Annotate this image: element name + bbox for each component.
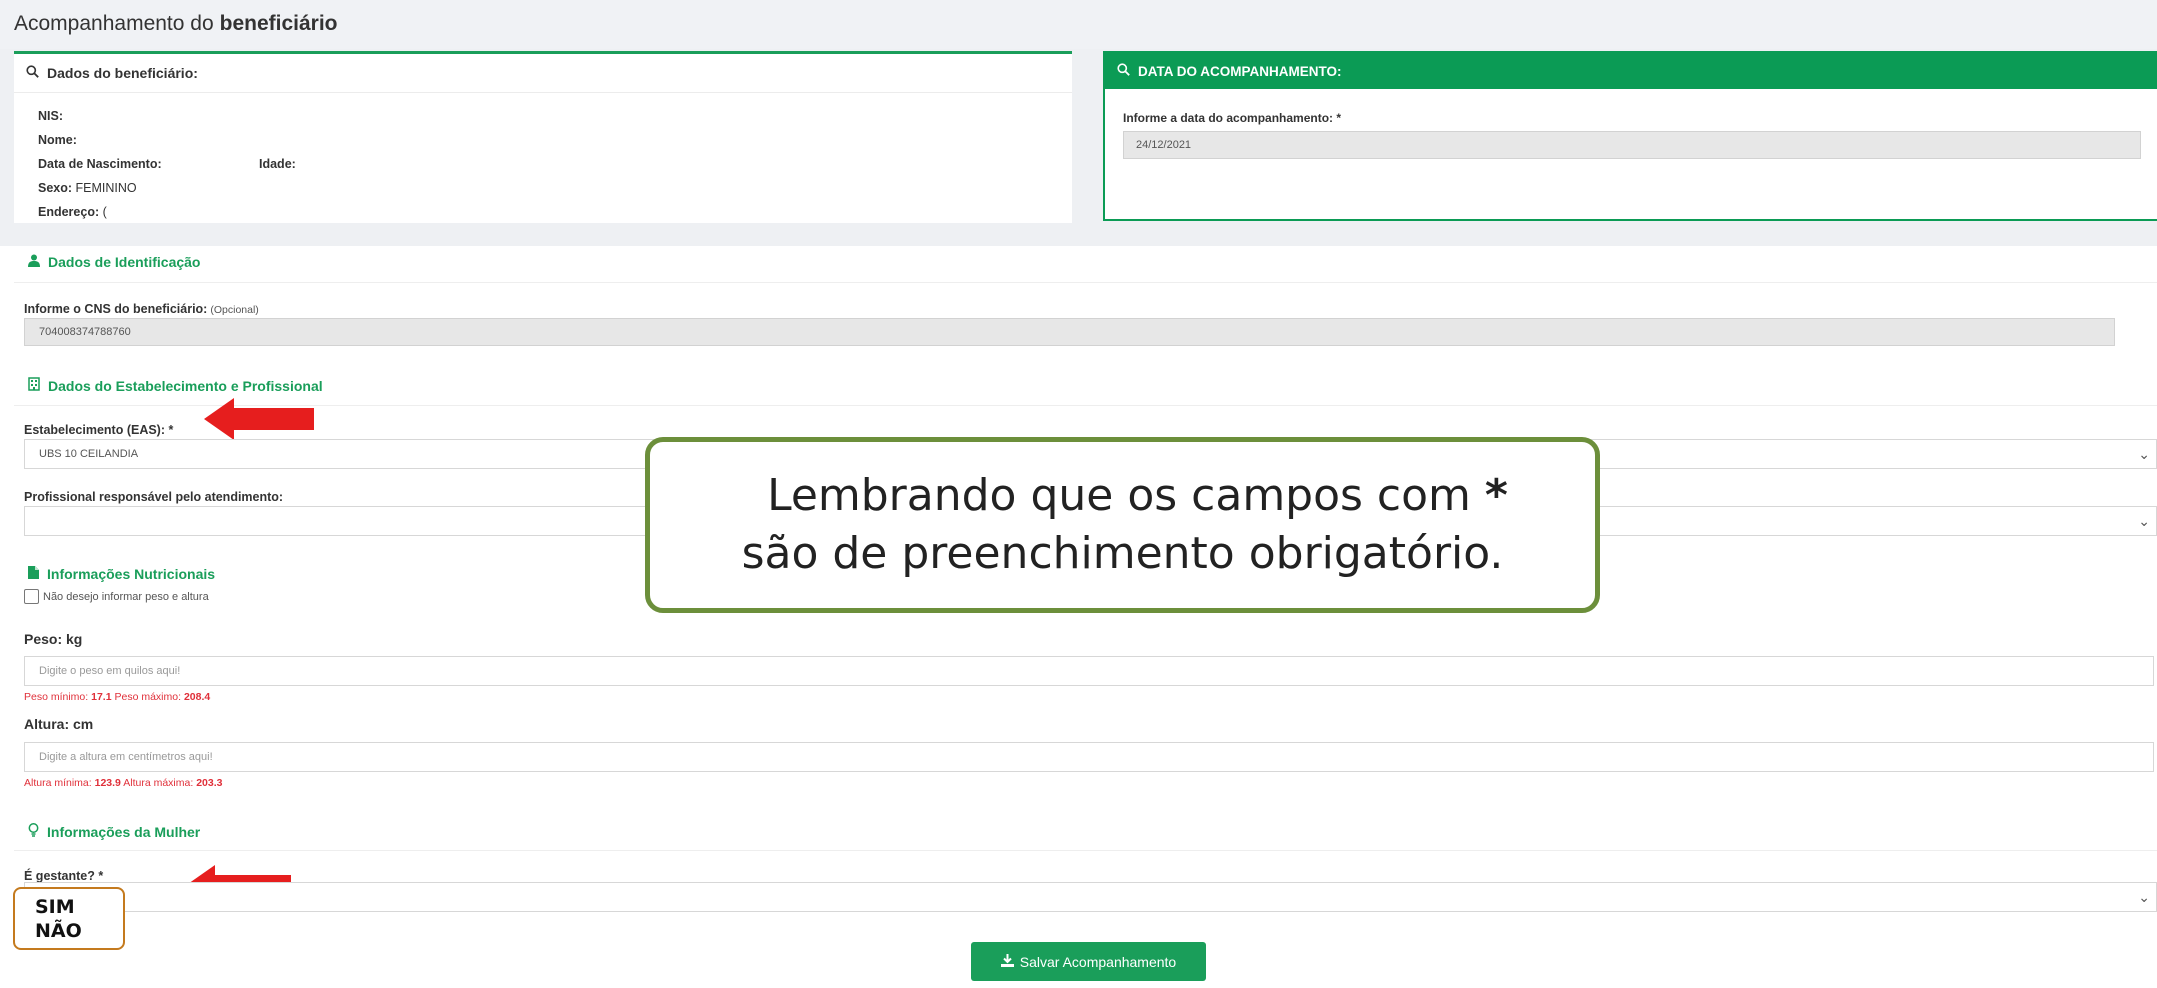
nascimento-label: Data de Nascimento: [38, 157, 162, 171]
gestante-label: É gestante? * [24, 869, 104, 883]
beneficiary-card: Dados do beneficiário: NIS: Nome: Data d… [14, 51, 1072, 223]
beneficiary-card-header: Dados do beneficiário: [14, 54, 1072, 93]
divider [14, 282, 2157, 283]
idade-label: Idade: [259, 157, 296, 171]
section-title-identificacao: Dados de Identificação [28, 254, 200, 270]
chevron-down-icon: ⌄ [2138, 889, 2150, 905]
chevron-down-icon: ⌄ [2138, 513, 2150, 529]
divider [14, 850, 2157, 851]
section-title-nutricionais: Informações Nutricionais [28, 566, 215, 582]
professional-label: Profissional responsável pelo atendiment… [24, 490, 284, 504]
section-title-estabelecimento: Dados do Estabelecimento e Profissional [28, 377, 323, 394]
no-weight-height-checkbox-row[interactable]: Não desejo informar peso e altura [24, 589, 209, 604]
endereco-value: ( [102, 205, 107, 219]
endereco-label: Endereço: [38, 205, 100, 219]
save-button[interactable]: Salvar Acompanhamento [971, 942, 1206, 981]
altura-input[interactable]: Digite a altura em centímetros aqui! [24, 742, 2154, 772]
nis-label: NIS: [38, 109, 63, 123]
divider [14, 405, 2157, 406]
chevron-down-icon: ⌄ [2138, 446, 2150, 462]
date-field-label: Informe a data do acompanhamento: * [1123, 111, 1342, 125]
nome-label: Nome: [38, 133, 77, 147]
file-icon [28, 566, 39, 582]
building-icon [28, 377, 40, 394]
date-card-header: DATA DO ACOMPANHAMENTO: [1105, 53, 2157, 89]
section-title-mulher: Informações da Mulher [28, 823, 200, 840]
eas-label: Estabelecimento (EAS): * [24, 423, 174, 437]
cns-field[interactable]: 704008374788760 [24, 318, 2115, 346]
required-fields-callout: Lembrando que os campos com * são de pre… [645, 437, 1600, 613]
lightbulb-icon [28, 823, 39, 840]
red-arrow-annotation [204, 398, 314, 440]
option-sim: SIM [35, 896, 75, 918]
cns-label: Informe o CNS do beneficiário: (Opcional) [24, 302, 259, 316]
option-nao: NÃO [35, 920, 82, 942]
peso-label: Peso: kg [24, 631, 83, 647]
peso-range-hint: Peso mínimo: 17.1 Peso máximo: 208.4 [24, 691, 211, 703]
sexo-label: Sexo: [38, 181, 73, 195]
altura-range-hint: Altura mínima: 123.9 Altura máxima: 203.… [24, 777, 223, 789]
user-icon [28, 254, 40, 270]
date-card: DATA DO ACOMPANHAMENTO: Informe a data d… [1103, 51, 2157, 221]
download-icon [1000, 953, 1014, 970]
peso-input[interactable]: Digite o peso em quilos aqui! [24, 656, 2154, 686]
no-weight-height-checkbox[interactable] [24, 589, 39, 604]
search-icon [1117, 63, 1130, 79]
altura-label: Altura: cm [24, 716, 94, 732]
sexo-value: FEMININO [75, 181, 137, 195]
gestante-options-annotation: SIM NÃO [13, 887, 125, 950]
search-icon [26, 65, 39, 81]
gestante-select[interactable]: ⌄ [24, 882, 2157, 912]
beneficiary-info: NIS: Nome: Data de Nascimento: Sexo: FEM… [38, 104, 296, 224]
date-field[interactable]: 24/12/2021 [1123, 131, 2141, 159]
page-title: Acompanhamento do beneficiário [14, 12, 338, 35]
